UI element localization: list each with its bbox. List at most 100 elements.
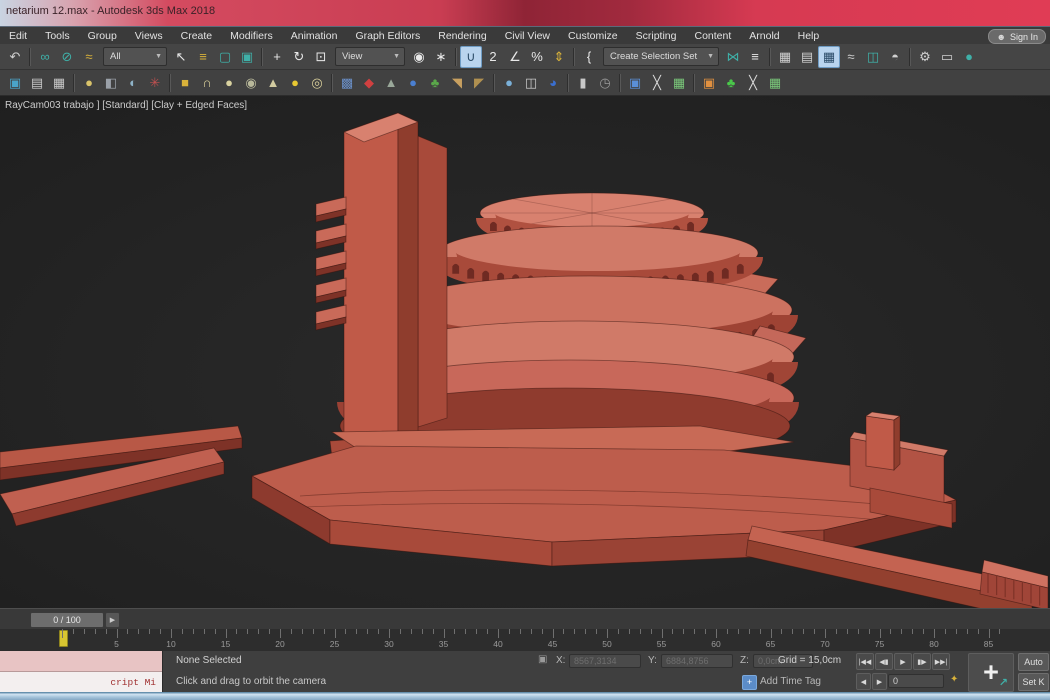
grid-window-icon[interactable]: ▦ [48, 72, 70, 94]
go-to-start-button[interactable]: |◀◀ [856, 653, 874, 670]
fan-icon[interactable]: ✳ [144, 72, 166, 94]
angle-snap-icon[interactable]: ∠ [504, 46, 526, 68]
select-move-icon[interactable]: + [266, 46, 288, 68]
render-setup-icon[interactable]: ⚙ [914, 46, 936, 68]
previous-key-button[interactable]: ◀▮ [875, 653, 893, 670]
rendered-frame-icon[interactable]: ▭ [936, 46, 958, 68]
menu-item-arnold[interactable]: Arnold [740, 28, 788, 45]
select-rotate-icon[interactable]: ↻ [288, 46, 310, 68]
menu-item-civil-view[interactable]: Civil View [496, 28, 559, 45]
ring-icon[interactable]: ◎ [306, 72, 328, 94]
select-by-name-icon[interactable]: ≡ [192, 46, 214, 68]
tree-icon[interactable]: ▲ [380, 72, 402, 94]
undo-icon[interactable]: ↶ [4, 46, 26, 68]
folder-icon[interactable]: ■ [174, 72, 196, 94]
menu-item-help[interactable]: Help [789, 28, 829, 45]
go-to-end-button[interactable]: ▶▶| [932, 653, 950, 670]
solar-panel-icon[interactable]: ▩ [336, 72, 358, 94]
menu-item-modifiers[interactable]: Modifiers [221, 28, 282, 45]
spot-cone-icon[interactable]: ▲ [262, 72, 284, 94]
play-button[interactable]: ▶ [894, 653, 912, 670]
menu-item-tools[interactable]: Tools [36, 28, 79, 45]
menu-item-graph-editors[interactable]: Graph Editors [346, 28, 429, 45]
render-production-icon[interactable]: ● [958, 46, 980, 68]
time-marker[interactable] [59, 630, 68, 647]
curve-editor-icon[interactable]: ≈ [840, 46, 862, 68]
add-time-tag[interactable]: Add Time Tag [760, 676, 821, 687]
key-icon[interactable]: + [742, 675, 757, 690]
eye-icon[interactable]: ◉ [240, 72, 262, 94]
image2-icon[interactable]: ▦ [764, 72, 786, 94]
spinner-snap-icon[interactable]: ⇕ [548, 46, 570, 68]
track-bar[interactable]: 510152025303540455055606570758085 [0, 629, 1050, 652]
select-and-link-icon[interactable]: ∞ [34, 46, 56, 68]
menu-item-create[interactable]: Create [172, 28, 222, 45]
auto-key-button[interactable]: Auto [1018, 653, 1049, 671]
previous-frame-button[interactable]: ◀ [856, 673, 871, 690]
menu-item-animation[interactable]: Animation [282, 28, 347, 45]
sphere-dark-icon[interactable]: ◕ [542, 72, 564, 94]
select-manipulate-icon[interactable]: ∗ [430, 46, 452, 68]
menu-item-rendering[interactable]: Rendering [429, 28, 495, 45]
align-icon[interactable]: ≡ [744, 46, 766, 68]
select-object-icon[interactable]: ↖ [170, 46, 192, 68]
sphere-light-icon[interactable]: ● [218, 72, 240, 94]
next-frame-button[interactable]: ▶ [872, 673, 887, 690]
reference-coordinate-dropdown[interactable]: View▼ [335, 47, 405, 66]
menu-item-scripting[interactable]: Scripting [627, 28, 686, 45]
ribbon-toggle-icon[interactable]: ▦ [818, 46, 840, 68]
clock-icon[interactable]: ◷ [594, 72, 616, 94]
percent-snap-icon[interactable]: % [526, 46, 548, 68]
state-sets-icon[interactable]: ▤ [26, 72, 48, 94]
viewport-label[interactable]: RayCam003 trabajo ] [Standard] [Clay + E… [5, 100, 247, 111]
swatch-orange-icon[interactable]: ▣ [698, 72, 720, 94]
material-editor-icon[interactable]: ◓ [884, 46, 906, 68]
macro-recorder-line[interactable] [0, 651, 162, 672]
key-filter-icon[interactable]: ✦ [950, 674, 958, 685]
sign-in-button[interactable]: ☻ Sign In [988, 29, 1046, 44]
excavator-icon[interactable]: ◥ [446, 72, 468, 94]
app-blue-icon[interactable]: ▣ [624, 72, 646, 94]
listener-line[interactable]: cript Mi [0, 672, 162, 692]
bind-spacewarp-icon[interactable]: ≈ [78, 46, 100, 68]
sun-icon[interactable]: ● [284, 72, 306, 94]
snaps-toggle-icon[interactable]: ∪ [460, 46, 482, 68]
menu-item-customize[interactable]: Customize [559, 28, 627, 45]
copy-pages-icon[interactable]: ◫ [520, 72, 542, 94]
location-pin-icon[interactable]: ◆ [358, 72, 380, 94]
layer-explorer-icon[interactable]: ▤ [796, 46, 818, 68]
excavator2-icon[interactable]: ◤ [468, 72, 490, 94]
time-slider-thumb[interactable]: 0 / 100 [30, 612, 104, 628]
light-cloud-icon[interactable]: ● [78, 72, 100, 94]
dome-icon[interactable]: ∩ [196, 72, 218, 94]
render-flags-icon[interactable]: ▣ [4, 72, 26, 94]
named-selection-dropdown[interactable]: Create Selection Set▼ [603, 47, 719, 66]
camera-icon[interactable]: ◧ [100, 72, 122, 94]
column-icon[interactable]: ▮ [572, 72, 594, 94]
snap-2d-icon[interactable]: 2 [482, 46, 504, 68]
viewport-canvas[interactable] [0, 96, 1050, 608]
rectangular-selection-icon[interactable]: ▢ [214, 46, 236, 68]
earth-icon[interactable]: ● [498, 72, 520, 94]
mirror-icon[interactable]: ⋈ [722, 46, 744, 68]
x-coordinate-field[interactable]: 8567,3134 [569, 654, 641, 668]
unlink-selection-icon[interactable]: ⊘ [56, 46, 78, 68]
projector-icon[interactable]: ◐ [122, 72, 144, 94]
select-scale-icon[interactable]: ⊡ [310, 46, 332, 68]
wrench-icon[interactable]: ╳ [646, 72, 668, 94]
selection-filter-dropdown[interactable]: All▼ [103, 47, 167, 66]
menu-item-group[interactable]: Group [79, 28, 126, 45]
daylight-globe-icon[interactable]: ● [402, 72, 424, 94]
next-frame-button[interactable]: ▶ [105, 612, 120, 628]
set-key-button[interactable]: Set K [1018, 673, 1049, 691]
perspective-viewport[interactable]: RayCam003 trabajo ] [Standard] [Clay + E… [0, 96, 1050, 608]
edit-named-selections-icon[interactable]: { [578, 46, 600, 68]
menu-item-views[interactable]: Views [126, 28, 172, 45]
menu-item-content[interactable]: Content [685, 28, 740, 45]
window-crossing-icon[interactable]: ▣ [236, 46, 258, 68]
maxscript-mini-listener[interactable]: cript Mi [0, 651, 163, 692]
foliage-icon[interactable]: ♣ [424, 72, 446, 94]
time-slider-bar[interactable]: 0 / 100 ▶ [0, 608, 1050, 631]
next-key-button[interactable]: ▮▶ [913, 653, 931, 670]
current-frame-field[interactable]: 0 [888, 674, 944, 688]
